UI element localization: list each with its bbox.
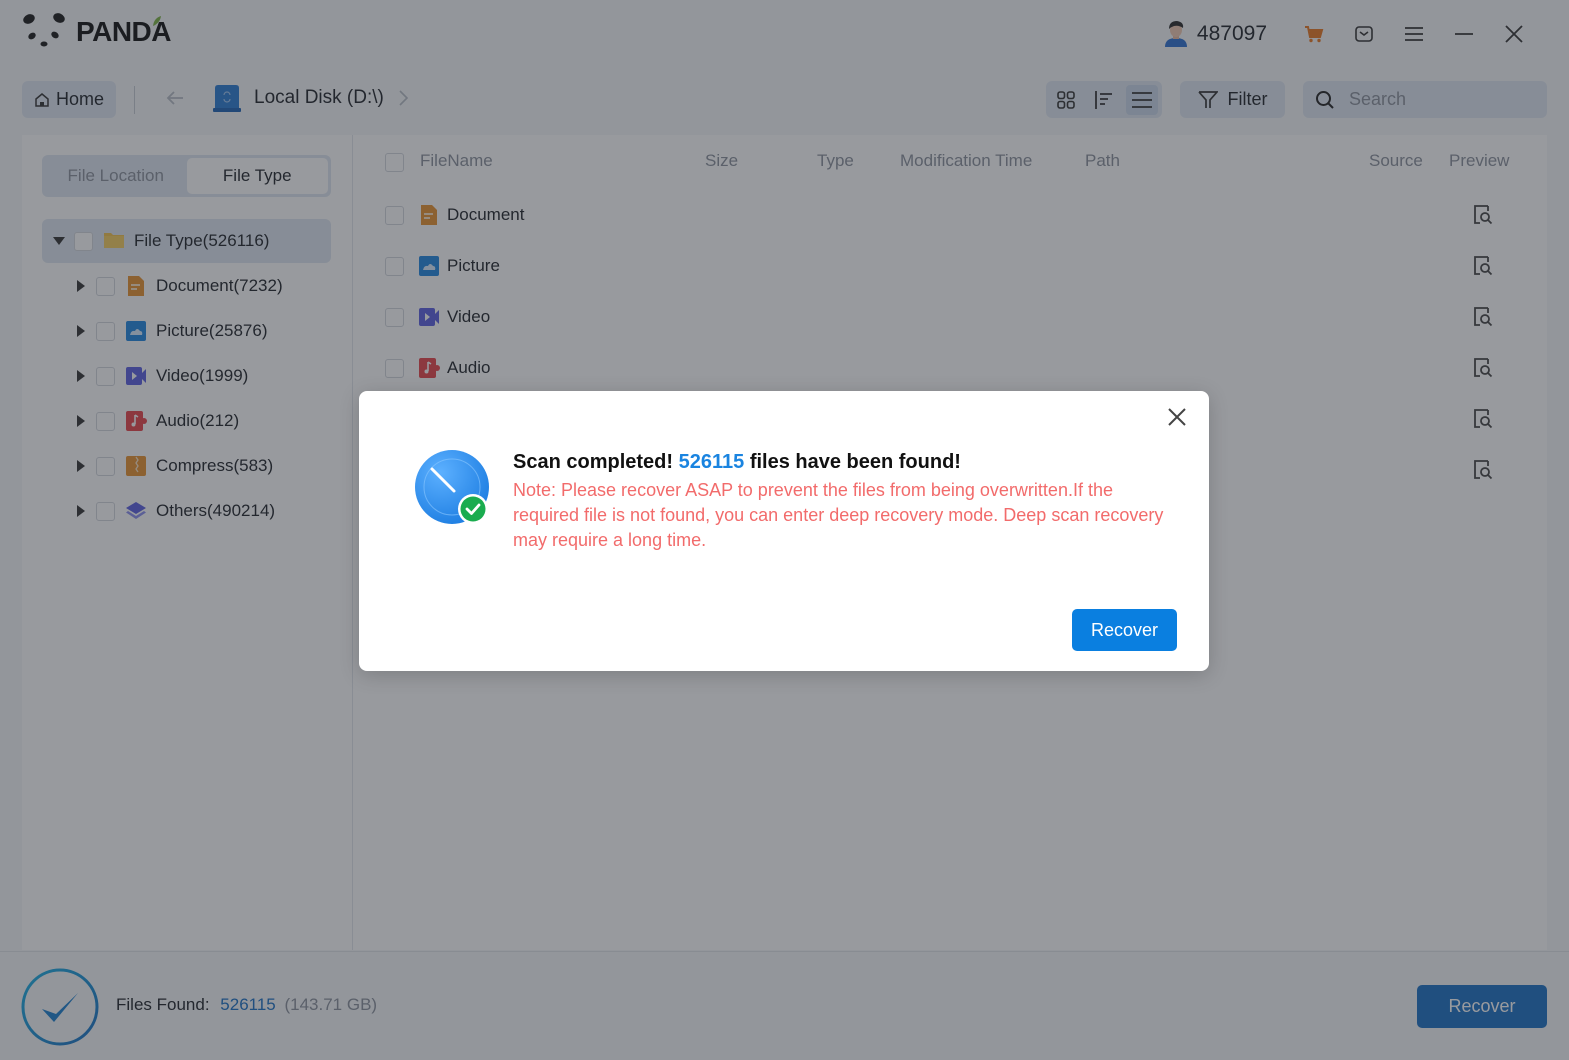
dialog-title-suffix: files have been found!	[749, 451, 961, 473]
app-window: PANDA 487097 Home Local Disk (D:\) Filte…	[0, 0, 1569, 1060]
dialog-note: Note: Please recover ASAP to prevent the…	[513, 480, 1164, 550]
scan-complete-dialog: Scan completed! 526115 files have been f…	[359, 391, 1209, 671]
scan-success-icon	[414, 449, 494, 529]
dialog-title: Scan completed! 526115 files have been f…	[513, 451, 961, 474]
dialog-title-prefix: Scan completed!	[513, 451, 674, 473]
dialog-close-icon[interactable]	[1165, 405, 1189, 429]
dialog-found-count: 526115	[678, 451, 745, 473]
dialog-recover-button[interactable]: Recover	[1072, 609, 1177, 651]
